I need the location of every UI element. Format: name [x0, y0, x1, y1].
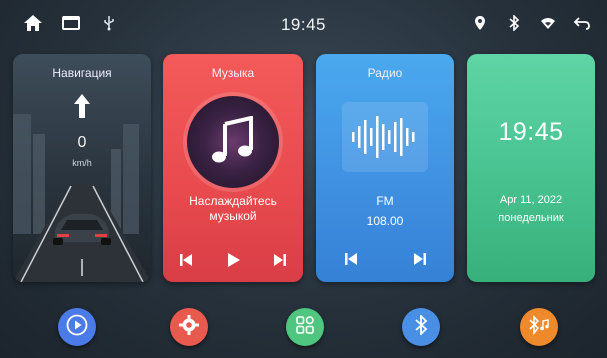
- bluetooth-icon: [414, 313, 428, 340]
- music-disc: [187, 96, 279, 188]
- window-icon[interactable]: [60, 12, 82, 34]
- radio-controls: [316, 252, 454, 271]
- speed-unit: km/h: [72, 158, 92, 168]
- music-message-line1: Наслаждайтесь: [189, 194, 277, 208]
- previous-station-icon[interactable]: [344, 252, 358, 271]
- car-image: [49, 204, 115, 251]
- radio-band: FM: [376, 194, 394, 208]
- clock-card[interactable]: 19:45 Apr 11, 2022 понедельник: [467, 54, 595, 282]
- music-card[interactable]: Музыка Наслаждайтесь музыкой: [163, 54, 303, 282]
- navigation-title: Навигация: [52, 66, 112, 80]
- location-pin-icon: [469, 12, 491, 34]
- app-dock: [0, 300, 607, 358]
- bluetooth-music-icon: [528, 314, 550, 340]
- music-message-line2: музыкой: [209, 209, 257, 223]
- video-player-button[interactable]: [58, 308, 96, 346]
- wifi-icon: [537, 12, 559, 34]
- speed-value: 0: [77, 134, 87, 151]
- bluetooth-icon: [503, 12, 525, 34]
- home-icon[interactable]: [22, 12, 44, 34]
- next-station-icon[interactable]: [413, 252, 427, 271]
- apps-button[interactable]: [286, 308, 324, 346]
- status-bar: 19:45: [0, 0, 607, 50]
- apps-grid-icon: [295, 315, 315, 340]
- music-title: Музыка: [211, 66, 255, 80]
- music-controls: [163, 252, 303, 273]
- sound-wave-icon: [342, 102, 428, 172]
- previous-track-icon[interactable]: [179, 253, 193, 272]
- clock-weekday: понедельник: [498, 212, 564, 224]
- clock-time: 19:45: [498, 118, 564, 146]
- direction-arrow-icon: [74, 94, 90, 123]
- music-message: Наслаждайтесь музыкой: [163, 194, 303, 224]
- status-clock: 19:45: [280, 15, 327, 34]
- music-note-icon: [209, 115, 257, 171]
- play-icon: [66, 314, 88, 341]
- radio-frequency: 108.00: [366, 214, 404, 228]
- navigation-card[interactable]: Навигация 0 km/h: [13, 54, 151, 282]
- radio-title: Радио: [367, 66, 403, 80]
- clock-date: Apr 11, 2022: [499, 194, 563, 206]
- settings-gear-icon: [178, 314, 200, 341]
- bluetooth-music-button[interactable]: [520, 308, 558, 346]
- back-icon[interactable]: [571, 12, 593, 34]
- play-icon[interactable]: [225, 252, 241, 273]
- usb-icon: [98, 12, 120, 34]
- bluetooth-button[interactable]: [402, 308, 440, 346]
- settings-button[interactable]: [170, 308, 208, 346]
- next-track-icon[interactable]: [273, 253, 287, 272]
- radio-card[interactable]: Радио FM 108.00: [316, 54, 454, 282]
